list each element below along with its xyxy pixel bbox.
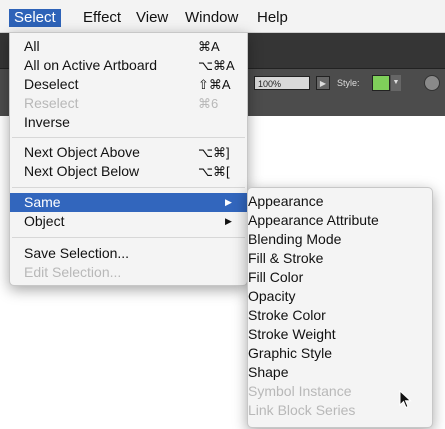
menu-item-label: Edit Selection... [24, 264, 122, 280]
menu-item-label: Next Object Below [24, 163, 140, 179]
menu-item-shortcut: ⌥⌘[ [198, 164, 230, 179]
arrow-cursor-icon [399, 390, 412, 409]
select-menu-dropdown: All ⌘A All on Active Artboard ⌥⌘A Desele… [9, 32, 248, 286]
menu-item-reselect: Reselect ⌘6 [10, 94, 247, 113]
menu-bar: Select Effect View Window Help [0, 0, 445, 33]
submenu-item-stroke-weight[interactable]: Stroke Weight [248, 325, 432, 344]
menu-item-shortcut: ⌘A [198, 39, 220, 54]
menu-effect[interactable]: Effect [78, 9, 126, 27]
zoom-field[interactable]: 100% [254, 76, 310, 90]
menu-item-edit-selection: Edit Selection... [10, 263, 247, 282]
menu-item-label: Inverse [24, 114, 70, 130]
menu-item-all-on-active-artboard[interactable]: All on Active Artboard ⌥⌘A [10, 56, 247, 75]
menu-item-deselect[interactable]: Deselect ⇧⌘A [10, 75, 247, 94]
menu-select[interactable]: Select [9, 9, 61, 27]
menu-item-same[interactable]: Same ▶ [10, 193, 247, 212]
menu-item-inverse[interactable]: Inverse [10, 113, 247, 132]
menu-item-label: All [24, 38, 40, 54]
triangle-right-icon: ▶ [225, 216, 232, 226]
menu-view[interactable]: View [131, 9, 173, 27]
menu-item-shortcut: ⌥⌘] [198, 145, 230, 160]
menu-item-label: Next Object Above [24, 144, 140, 160]
submenu-item-blending-mode[interactable]: Blending Mode [248, 230, 432, 249]
menu-separator [12, 237, 245, 238]
menu-item-label: Save Selection... [24, 245, 130, 261]
menu-item-label: Deselect [24, 76, 79, 92]
menu-item-save-selection[interactable]: Save Selection... [10, 244, 247, 263]
submenu-item-graphic-style[interactable]: Graphic Style [248, 344, 432, 363]
menu-window[interactable]: Window [180, 9, 243, 27]
style-dropdown-arrow[interactable]: ▼ [391, 75, 401, 91]
menu-item-label: Object [24, 213, 65, 229]
style-swatch[interactable] [372, 75, 390, 91]
menu-item-label: Same [24, 194, 61, 210]
zoom-dropdown-arrow[interactable]: ▶ [316, 76, 330, 90]
menu-item-shortcut: ⌥⌘A [198, 58, 235, 73]
menu-separator [12, 187, 245, 188]
style-label: Style: [337, 78, 360, 88]
triangle-right-icon: ▶ [225, 197, 232, 207]
menu-item-shortcut: ⇧⌘A [198, 77, 231, 92]
menu-item-next-object-below[interactable]: Next Object Below ⌥⌘[ [10, 162, 247, 181]
submenu-item-fill-color[interactable]: Fill Color [248, 268, 432, 287]
menu-separator [12, 137, 245, 138]
submenu-item-appearance-attribute[interactable]: Appearance Attribute [248, 211, 432, 230]
submenu-item-shape[interactable]: Shape [248, 363, 432, 382]
submenu-item-fill-and-stroke[interactable]: Fill & Stroke [248, 249, 432, 268]
submenu-item-appearance[interactable]: Appearance [248, 192, 432, 211]
globe-icon[interactable] [424, 75, 440, 91]
menu-item-object[interactable]: Object ▶ [10, 212, 247, 231]
menu-help[interactable]: Help [252, 9, 293, 27]
menu-item-label: Reselect [24, 95, 79, 111]
menu-item-label: All on Active Artboard [24, 57, 158, 73]
menu-item-all[interactable]: All ⌘A [10, 37, 247, 56]
submenu-item-stroke-color[interactable]: Stroke Color [248, 306, 432, 325]
menu-item-shortcut: ⌘6 [198, 96, 219, 111]
menu-item-next-object-above[interactable]: Next Object Above ⌥⌘] [10, 143, 247, 162]
submenu-item-opacity[interactable]: Opacity [248, 287, 432, 306]
